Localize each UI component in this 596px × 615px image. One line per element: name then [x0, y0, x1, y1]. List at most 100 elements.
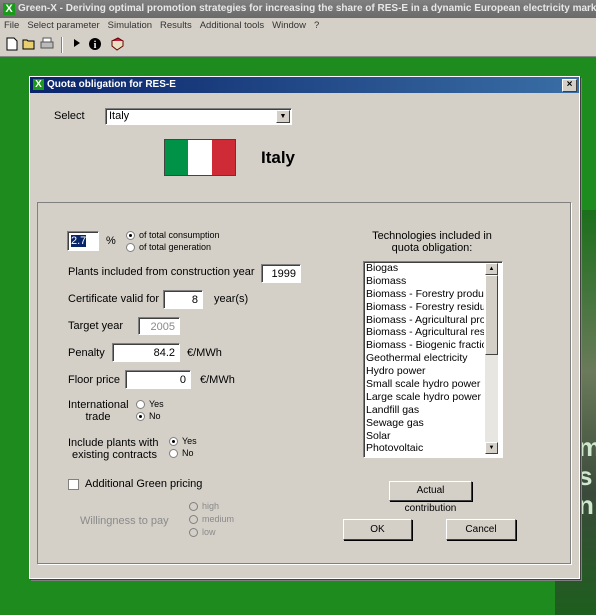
dialog-title-bar: X Quota obligation for RES-E — [30, 77, 579, 93]
scroll-thumb[interactable] — [485, 275, 498, 355]
penalty-unit: €/MWh — [187, 347, 222, 359]
chevron-down-icon[interactable]: ▼ — [276, 110, 290, 123]
info-icon[interactable]: i — [88, 37, 102, 51]
menu-window[interactable]: Window — [272, 20, 306, 31]
list-item[interactable]: Landfill gas — [364, 404, 484, 417]
list-item[interactable]: Biomass — [364, 275, 484, 288]
technologies-heading: Technologies included in — [372, 230, 492, 242]
list-item[interactable]: Biomass - Biogenic fractio — [364, 339, 484, 352]
green-x-logo-icon: X — [3, 3, 15, 15]
list-item[interactable]: Biomass - Forestry produ — [364, 288, 484, 301]
radio-trade-yes[interactable] — [136, 400, 145, 409]
list-item[interactable]: Small scale hydro power — [364, 378, 484, 391]
svg-text:i: i — [94, 40, 97, 51]
radio-willingness-low — [189, 528, 198, 537]
radio-willingness-high — [189, 502, 198, 511]
floor-price-input[interactable]: 0 — [125, 370, 191, 389]
construction-year-label: Plants included from construction year — [68, 266, 255, 278]
list-item[interactable]: Biomass - Agricultural pro — [364, 314, 484, 327]
flag-green-band — [165, 140, 189, 175]
list-item[interactable]: Sewage gas — [364, 417, 484, 430]
technologies-heading-2: quota obligation: — [391, 242, 473, 254]
radio-contracts-yes[interactable] — [169, 437, 178, 446]
scroll-down-icon[interactable]: ▼ — [485, 442, 498, 454]
list-item[interactable]: Biogas — [364, 262, 484, 275]
new-file-icon[interactable] — [5, 37, 19, 51]
ok-button[interactable]: OK — [343, 519, 412, 540]
dialog-title: Quota obligation for RES-E — [47, 79, 176, 90]
target-year-input: 2005 — [138, 317, 180, 335]
radio-contracts-yes-label: Yes — [182, 436, 197, 446]
technologies-scrollbar[interactable]: ▲ ▼ — [485, 263, 498, 454]
radio-willingness-medium-label: medium — [202, 514, 235, 524]
certificate-label: Certificate valid for — [68, 293, 160, 305]
app-title: Green-X - Deriving optimal promotion str… — [18, 3, 596, 14]
background-text: n — [578, 490, 594, 520]
quota-obligation-dialog: X Quota obligation for RES-E × Select Ita… — [29, 76, 580, 579]
list-item[interactable]: Large scale hydro power — [364, 391, 484, 404]
menu-bar: File Select parameter Simulation Results Add… — [0, 18, 596, 34]
actual-contribution-button[interactable]: Actual contribution — [389, 481, 472, 514]
certificate-unit: year(s) — [214, 293, 249, 305]
play-icon[interactable] — [70, 37, 84, 51]
radio-willingness-high-label: high — [202, 501, 220, 511]
radio-total-generation-label: of total generation — [139, 242, 212, 252]
country-select[interactable]: Italy ▼ — [105, 108, 292, 125]
radio-total-consumption-label: of total consumption — [139, 230, 220, 240]
green-pricing-checkbox[interactable] — [68, 479, 79, 490]
radio-total-generation[interactable] — [126, 243, 135, 252]
menu-select-parameter[interactable]: Select parameter — [27, 20, 99, 31]
toolbar-separator — [61, 37, 63, 53]
floor-price-label: Floor price — [68, 374, 120, 386]
list-item[interactable]: Solar — [364, 430, 484, 443]
penalty-input[interactable]: 84.2 — [112, 343, 180, 362]
radio-contracts-no-label: No — [182, 448, 194, 458]
radio-trade-yes-label: Yes — [149, 399, 164, 409]
menu-additional-tools[interactable]: Additional tools — [200, 20, 264, 31]
quota-unit: % — [106, 235, 116, 247]
international-trade-label-2: trade — [85, 411, 111, 423]
quota-value: 2.7 — [71, 235, 87, 247]
construction-year-input[interactable]: 1999 — [261, 264, 301, 283]
floor-price-unit: €/MWh — [200, 374, 235, 386]
existing-contracts-label-2: existing contracts — [72, 449, 157, 461]
certificate-years-input[interactable]: 8 — [163, 290, 203, 309]
menu-simulation[interactable]: Simulation — [108, 20, 152, 31]
scroll-up-icon[interactable]: ▲ — [485, 263, 498, 275]
print-icon[interactable] — [40, 37, 54, 51]
willingness-label: Willingness to pay — [80, 515, 169, 527]
flag-white-band — [188, 140, 212, 175]
green-x-logo-icon: X — [33, 79, 44, 90]
country-flag — [164, 139, 236, 176]
list-item[interactable]: Hydro power — [364, 365, 484, 378]
menu-help[interactable]: ? — [314, 20, 319, 31]
close-icon[interactable]: × — [562, 79, 577, 92]
technologies-list[interactable]: Biogas Biomass Biomass - Forestry produ … — [363, 261, 503, 458]
list-item[interactable]: Geothermal electricity — [364, 352, 484, 365]
select-label: Select — [54, 110, 85, 122]
radio-trade-no-label: No — [149, 411, 161, 421]
list-item[interactable]: Photovoltaic — [364, 442, 484, 455]
menu-results[interactable]: Results — [160, 20, 192, 31]
country-select-value: Italy — [109, 110, 130, 122]
menu-file[interactable]: File — [4, 20, 19, 31]
country-heading: Italy — [261, 148, 296, 167]
international-trade-label: International — [68, 399, 129, 411]
cancel-button[interactable]: Cancel — [446, 519, 516, 540]
open-folder-icon[interactable] — [22, 37, 36, 51]
help-book-icon[interactable] — [110, 37, 124, 51]
toolbar: i — [0, 34, 596, 57]
list-item[interactable]: Biomass - Forestry residu — [364, 301, 484, 314]
radio-trade-no[interactable] — [136, 412, 145, 421]
flag-red-band — [211, 140, 235, 175]
background-text: m — [578, 432, 596, 462]
radio-contracts-no[interactable] — [169, 449, 178, 458]
green-pricing-label: Additional Green pricing — [85, 478, 203, 490]
app-title-bar: X Green-X - Deriving optimal promotion st… — [0, 0, 596, 18]
list-item[interactable]: Biomass - Agricultural res — [364, 326, 484, 339]
background-text: s — [578, 461, 593, 491]
target-year-label: Target year — [68, 320, 124, 332]
quota-input[interactable]: 2.7 — [67, 231, 99, 251]
radio-total-consumption[interactable] — [126, 231, 135, 240]
radio-willingness-low-label: low — [202, 527, 216, 537]
